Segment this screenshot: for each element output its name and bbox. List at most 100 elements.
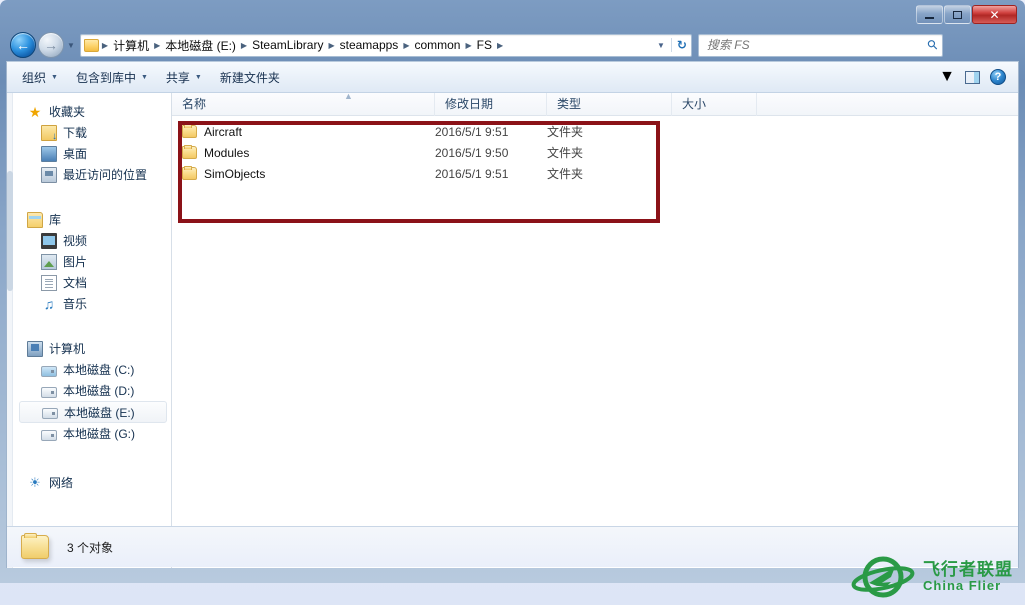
star-icon: ★	[28, 103, 42, 120]
breadcrumb: ▶ 计算机 ▶ 本地磁盘 (E:) ▶ SteamLibrary ▶ steam…	[101, 36, 657, 55]
preview-pane-icon[interactable]	[965, 70, 980, 84]
item-count-label: 3 个对象	[67, 540, 114, 555]
address-history-dropdown-icon[interactable]: ▼	[657, 41, 665, 50]
pictures-icon	[41, 253, 57, 270]
sidebar-item-desktop[interactable]: 桌面	[7, 143, 171, 164]
sidebar-item-drive-d[interactable]: 本地磁盘 (D:)	[7, 380, 171, 401]
breadcrumb-item-steamlibrary[interactable]: SteamLibrary	[248, 37, 327, 53]
change-view-icon[interactable]	[916, 72, 929, 82]
table-row[interactable]: SimObjects 2016/5/1 9:51 文件夹	[172, 163, 1018, 184]
file-type: 文件夹	[547, 125, 584, 139]
navigation-scrollbar[interactable]	[7, 93, 13, 568]
table-row[interactable]: Aircraft 2016/5/1 9:51 文件夹	[172, 121, 1018, 142]
breadcrumb-item-steamapps[interactable]: steamapps	[336, 37, 403, 53]
window-controls: ✕	[916, 5, 1017, 24]
address-bar-actions: ▼ ↻	[657, 38, 689, 52]
sidebar-item-drive-c[interactable]: 本地磁盘 (C:)	[7, 359, 171, 380]
search-box[interactable]: ⚲	[697, 33, 943, 57]
watermark-chinese: 飞行者联盟	[923, 560, 1013, 580]
share-label: 共享	[165, 70, 190, 85]
folder-icon	[182, 166, 197, 180]
close-button[interactable]: ✕	[972, 5, 1017, 24]
column-header-type[interactable]: 类型	[547, 92, 672, 116]
file-type: 文件夹	[547, 167, 584, 181]
refresh-icon[interactable]: ↻	[670, 38, 687, 52]
sidebar-item-label: 本地磁盘 (E:)	[64, 405, 135, 420]
organize-label: 组织	[22, 70, 47, 85]
include-in-library-button[interactable]: 包含到库中 ▼	[67, 65, 157, 90]
folder-icon	[21, 533, 49, 559]
watermark: 飞行者联盟 China Flier	[847, 553, 1013, 601]
address-bar[interactable]: ▶ 计算机 ▶ 本地磁盘 (E:) ▶ SteamLibrary ▶ steam…	[79, 33, 692, 57]
breadcrumb-separator: ▶	[465, 40, 472, 50]
videos-icon	[41, 232, 57, 249]
sidebar-item-label: 库	[49, 213, 62, 227]
file-type: 文件夹	[547, 146, 584, 160]
table-row[interactable]: Modules 2016/5/1 9:50 文件夹	[172, 142, 1018, 163]
view-dropdown-icon[interactable]: ▼	[939, 68, 955, 86]
airplane-orbit-logo	[851, 556, 915, 598]
client-area: 组织 ▼ 包含到库中 ▼ 共享 ▼ 新建文件夹 ▼ ? ★ 收藏夹 ↓ 下载 桌…	[6, 61, 1019, 568]
file-modified: 2016/5/1 9:51	[435, 124, 509, 139]
minimize-button[interactable]	[916, 5, 943, 24]
nav-group-libraries: 库 视频 图片 文档 ♫ 音乐	[7, 209, 171, 314]
sidebar-item-computer[interactable]: 计算机	[7, 338, 171, 359]
sidebar-item-pictures[interactable]: 图片	[7, 251, 171, 272]
maximize-icon	[953, 10, 962, 19]
navigation-buttons: ← → ▼	[10, 32, 79, 58]
music-icon: ♫	[43, 295, 55, 312]
sidebar-item-drive-e[interactable]: 本地磁盘 (E:)	[19, 401, 167, 423]
breadcrumb-separator: ▶	[101, 40, 109, 50]
system-drive-icon	[41, 365, 57, 377]
sidebar-item-label: 下载	[63, 126, 88, 140]
sidebar-item-favorites[interactable]: ★ 收藏夹	[7, 101, 171, 122]
new-folder-button[interactable]: 新建文件夹	[211, 65, 289, 90]
breadcrumb-item-drive[interactable]: 本地磁盘 (E:)	[161, 36, 240, 55]
column-headers: ▲ 名称 修改日期 类型 大小	[172, 91, 1018, 116]
drive-icon	[41, 386, 57, 398]
help-icon[interactable]: ?	[990, 69, 1006, 85]
breadcrumb-separator: ▶	[328, 40, 335, 50]
chevron-down-icon: ▼	[194, 73, 202, 81]
forward-button[interactable]: →	[38, 32, 64, 58]
sidebar-item-downloads[interactable]: 下载	[7, 122, 171, 143]
breadcrumb-item-computer[interactable]: 计算机	[109, 36, 153, 55]
sidebar-item-label: 文档	[63, 276, 88, 290]
desktop-icon	[41, 145, 57, 162]
breadcrumb-separator: ▶	[403, 40, 410, 50]
breadcrumb-separator: ▶	[496, 40, 504, 50]
navigation-pane: ★ 收藏夹 下载 桌面 最近访问的位置	[7, 93, 172, 568]
sidebar-item-network[interactable]: ☀ 网络	[7, 472, 171, 493]
sidebar-item-music[interactable]: ♫ 音乐	[7, 293, 171, 314]
maximize-button[interactable]	[944, 5, 971, 24]
search-input[interactable]	[706, 38, 929, 52]
sidebar-item-documents[interactable]: 文档	[7, 272, 171, 293]
sidebar-item-drive-g[interactable]: 本地磁盘 (G:)	[7, 423, 171, 444]
organize-button[interactable]: 组织 ▼	[13, 65, 67, 90]
breadcrumb-item-fs[interactable]: FS	[473, 37, 496, 53]
column-header-modified[interactable]: 修改日期	[435, 92, 547, 116]
column-header-name[interactable]: 名称	[172, 92, 435, 116]
scrollbar-thumb[interactable]	[7, 171, 13, 291]
back-button[interactable]: ←	[10, 32, 36, 58]
sidebar-item-libraries[interactable]: 库	[7, 209, 171, 230]
breadcrumb-item-common[interactable]: common	[410, 37, 464, 53]
sidebar-item-videos[interactable]: 视频	[7, 230, 171, 251]
file-name: Modules	[204, 145, 250, 160]
sidebar-item-label: 音乐	[63, 297, 88, 311]
share-button[interactable]: 共享 ▼	[157, 65, 211, 90]
file-name: Aircraft	[204, 124, 243, 139]
nav-group-computer: 计算机 本地磁盘 (C:) 本地磁盘 (D:) 本地磁盘 (E:) 本地磁盘 (…	[7, 338, 171, 444]
breadcrumb-separator: ▶	[240, 40, 248, 50]
folder-icon	[83, 38, 99, 52]
computer-icon	[27, 340, 43, 357]
file-modified: 2016/5/1 9:51	[435, 166, 509, 181]
recent-pages-dropdown-icon[interactable]: ▼	[67, 41, 75, 50]
sidebar-item-recent-places[interactable]: 最近访问的位置	[7, 164, 171, 185]
column-header-size[interactable]: 大小	[672, 92, 757, 116]
sidebar-item-label: 视频	[63, 234, 88, 248]
include-in-library-label: 包含到库中	[75, 70, 136, 85]
sidebar-item-label: 图片	[63, 255, 88, 269]
folder-icon	[182, 145, 197, 159]
network-icon: ☀	[29, 474, 41, 490]
